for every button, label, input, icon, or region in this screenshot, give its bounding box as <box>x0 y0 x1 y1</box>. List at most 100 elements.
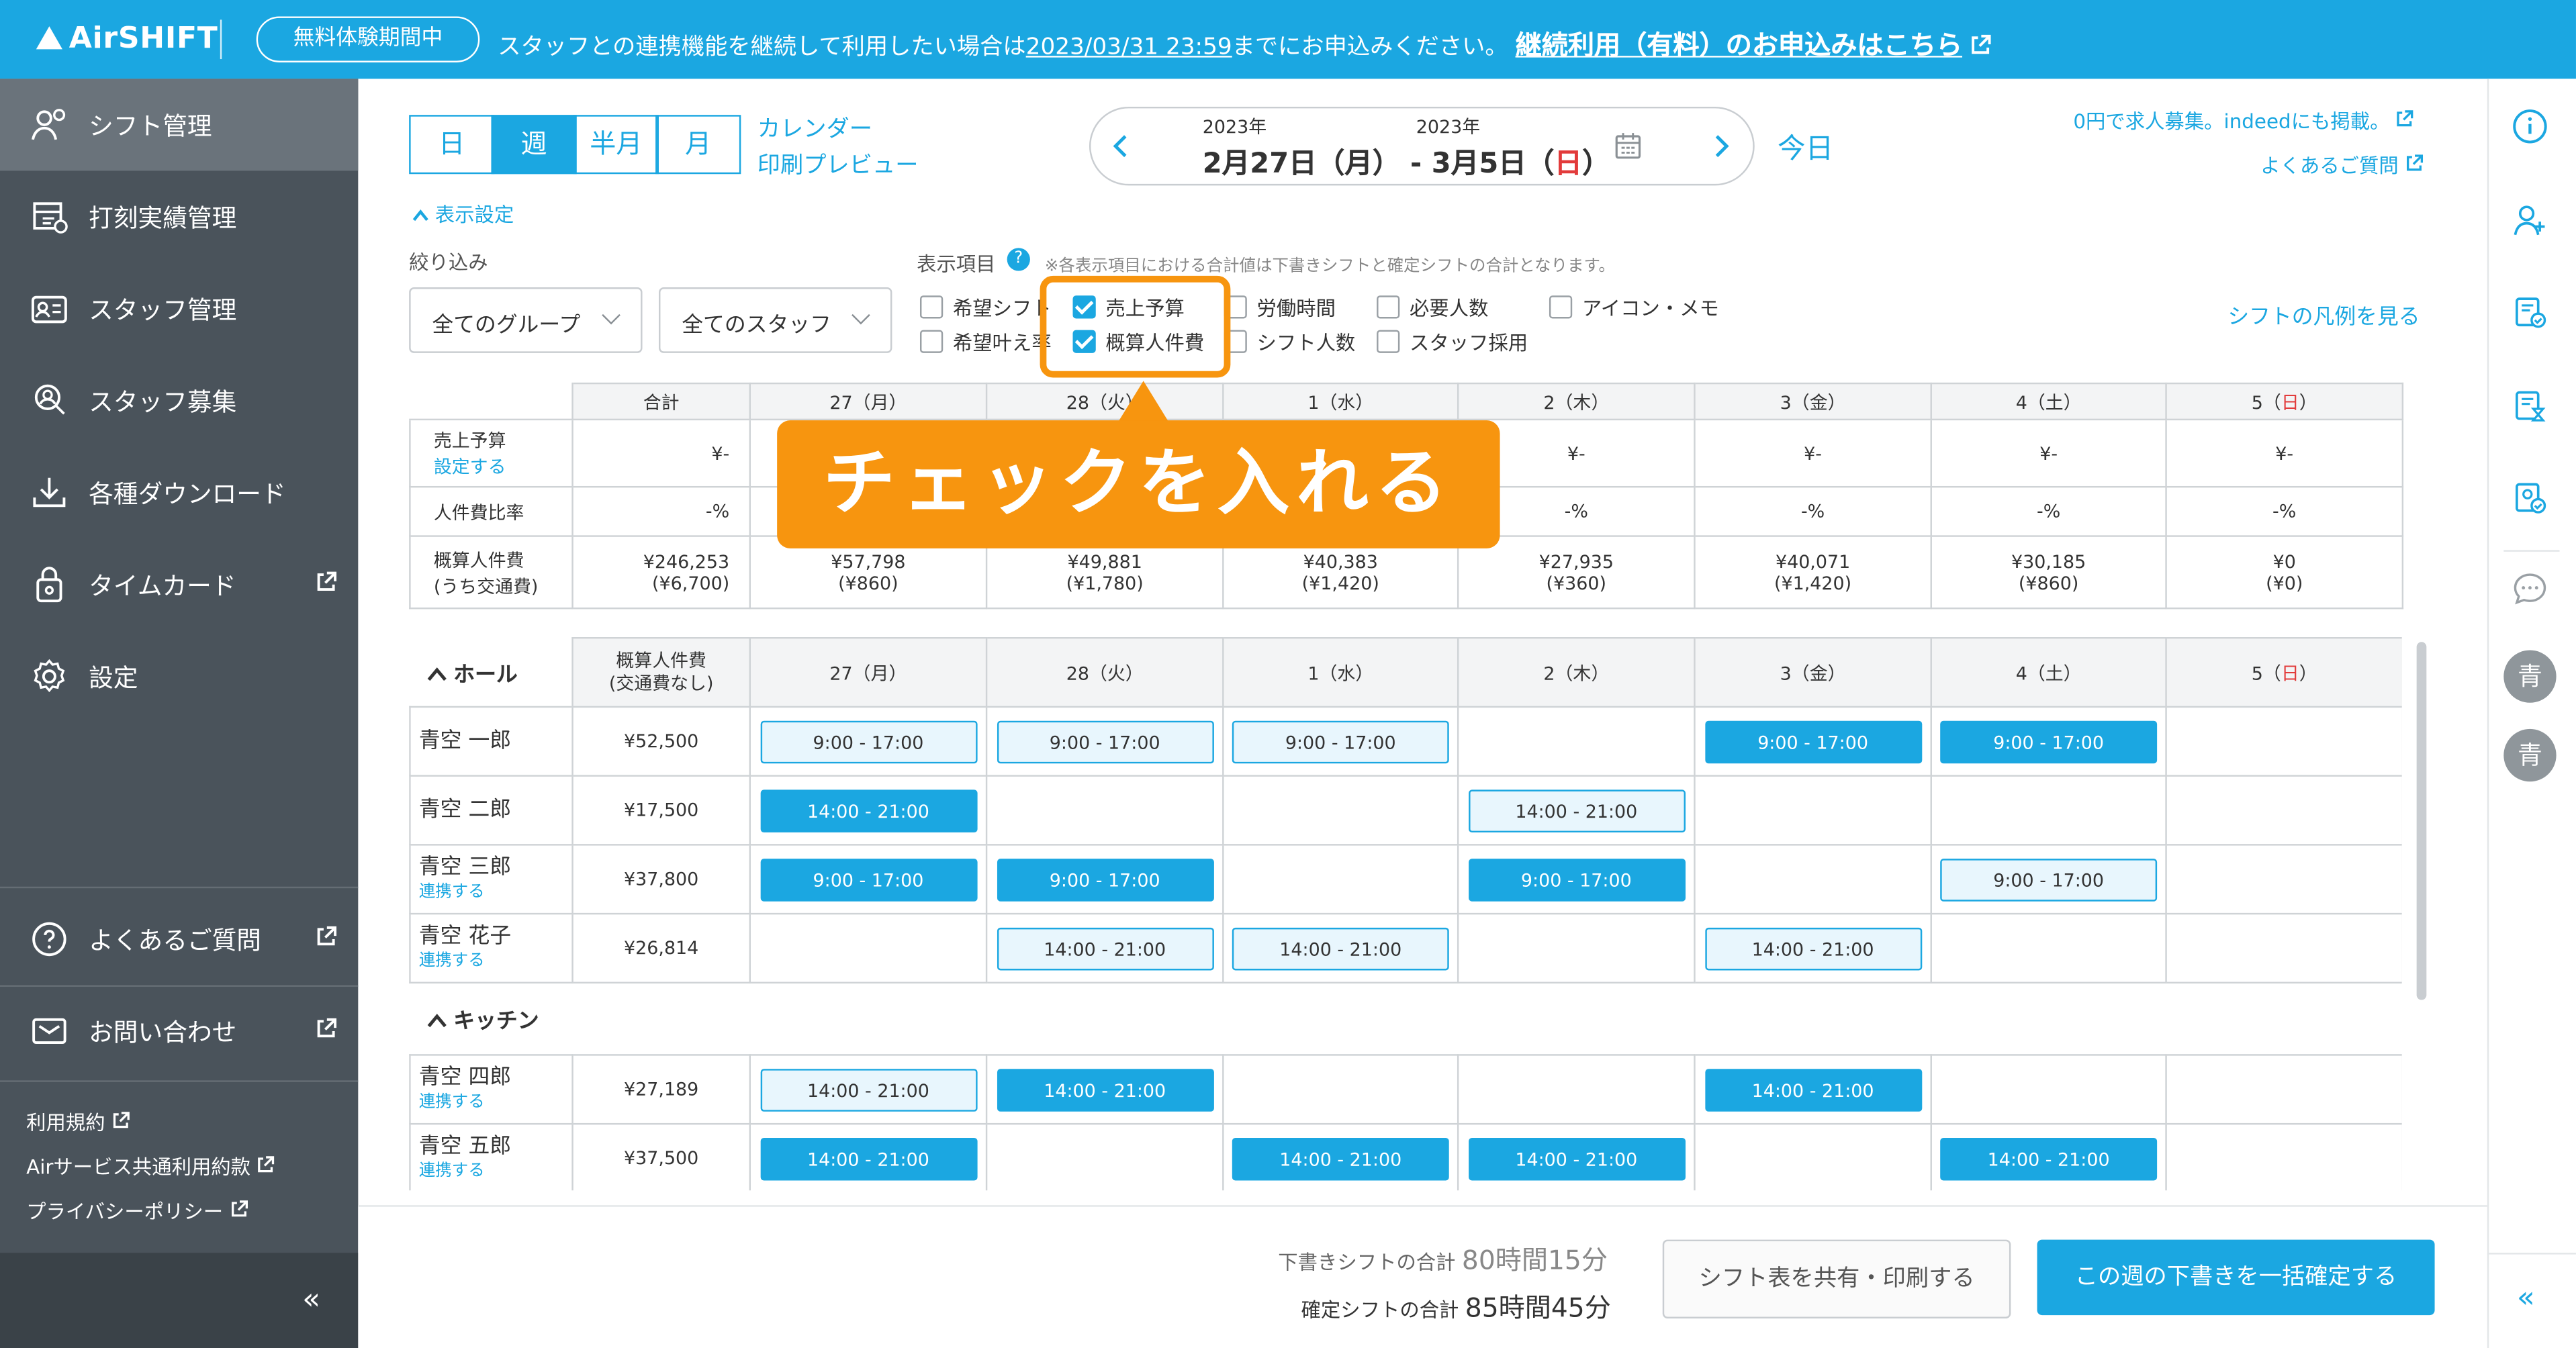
faq-link[interactable]: よくあるご質問 <box>2260 151 2423 179</box>
display-settings-toggle[interactable]: 表示設定 <box>412 200 514 228</box>
option-staff-hiring[interactable]: スタッフ採用 <box>1377 328 1528 356</box>
shift-cell[interactable]: 14:00 - 21:00 <box>1457 1122 1696 1191</box>
sidebar-item-settings[interactable]: 設定 <box>0 630 358 722</box>
sidebar-item-timecard[interactable]: タイムカード <box>0 538 358 630</box>
draft-shift-block[interactable]: 14:00 - 21:00 <box>1467 789 1685 832</box>
shift-cell[interactable] <box>2165 775 2402 846</box>
staff-name[interactable]: 青空 二郎 <box>419 798 572 823</box>
calendar-print-link-2[interactable]: 印刷プレビュー <box>757 148 919 181</box>
privacy-link[interactable]: プライバシーポリシー <box>26 1197 247 1225</box>
checkbox[interactable] <box>919 330 944 353</box>
staff-name[interactable]: 青空 三郎 <box>419 855 572 879</box>
shift-cell[interactable]: 9:00 - 17:00 <box>1930 844 2167 915</box>
confirmed-shift-block[interactable]: 14:00 - 21:00 <box>1940 1137 2158 1180</box>
recruit-link[interactable]: 0円で求人募集。indeedにも掲載。 <box>2073 107 2414 135</box>
share-print-button[interactable]: シフト表を共有・印刷する <box>1662 1239 2011 1318</box>
shift-cell[interactable]: 14:00 - 21:00 <box>1930 1122 2167 1191</box>
draft-shift-block[interactable]: 9:00 - 17:00 <box>1232 720 1449 763</box>
terms-link[interactable]: 利用規約 <box>26 1108 130 1137</box>
tab-half-month[interactable]: 半月 <box>573 115 659 175</box>
rightbar-collapse-button[interactable]: « <box>2517 1281 2535 1315</box>
link-staff-link[interactable]: 連携する <box>419 1090 572 1114</box>
draft-shift-block[interactable]: 14:00 - 21:00 <box>1232 926 1449 970</box>
staff-name[interactable]: 青空 五郎 <box>419 1134 572 1159</box>
shift-cell[interactable]: 14:00 - 21:00 <box>749 1122 988 1191</box>
shift-cell[interactable] <box>1457 1054 1696 1125</box>
shift-cell[interactable] <box>985 1122 1224 1191</box>
shift-cell[interactable]: 9:00 - 17:00 <box>1457 844 1696 915</box>
option-required-staff[interactable]: 必要人数 <box>1377 294 1488 322</box>
checkbox[interactable] <box>1377 295 1400 319</box>
sidebar-item-contact[interactable]: お問い合わせ <box>0 985 358 1077</box>
confirm-all-drafts-button[interactable]: この週の下書きを一括確定する <box>2037 1239 2435 1316</box>
shift-cell[interactable] <box>749 912 988 984</box>
shift-cell[interactable]: 14:00 - 21:00 <box>749 1054 988 1125</box>
continue-subscription-link[interactable]: 継続利用（有料）のお申込みはこちら <box>1516 30 1962 60</box>
sidebar-item-shift-management[interactable]: シフト管理 <box>0 79 359 171</box>
tab-day[interactable]: 日 <box>409 115 495 175</box>
link-staff-link[interactable]: 連携する <box>419 948 572 973</box>
chevron-right-icon[interactable] <box>1712 133 1731 159</box>
shift-cell[interactable] <box>1457 912 1696 984</box>
staff-name[interactable]: 青空 花子 <box>419 924 572 949</box>
confirmed-shift-block[interactable]: 9:00 - 17:00 <box>1467 857 1685 901</box>
shift-check-icon[interactable] <box>2512 294 2548 330</box>
shift-cell[interactable] <box>2165 706 2402 777</box>
confirmed-shift-block[interactable]: 14:00 - 21:00 <box>1704 1067 1922 1111</box>
shift-cell[interactable]: 14:00 - 21:00 <box>1457 775 1696 846</box>
draft-shift-block[interactable]: 9:00 - 17:00 <box>1940 857 2158 901</box>
avatar[interactable]: 青 <box>2503 728 2557 782</box>
sidebar-collapse-button[interactable]: « <box>302 1282 320 1316</box>
air-terms-link[interactable]: Airサービス共通利用約款 <box>26 1153 275 1181</box>
tab-week[interactable]: 週 <box>491 115 577 175</box>
confirmed-shift-block[interactable]: 14:00 - 21:00 <box>1232 1137 1449 1180</box>
shift-cell[interactable] <box>1222 844 1459 915</box>
chat-bubble-icon[interactable] <box>2512 571 2548 608</box>
vertical-scrollbar[interactable] <box>2416 642 2427 1000</box>
link-staff-link[interactable]: 連携する <box>419 879 572 904</box>
staff-name[interactable]: 青空 一郎 <box>419 729 572 754</box>
group-select[interactable]: 全てのグループ <box>409 287 643 353</box>
option-icon-memo[interactable]: アイコン・メモ <box>1549 294 1719 322</box>
shift-cell[interactable]: 14:00 - 21:00 <box>985 1054 1224 1125</box>
confirmed-shift-block[interactable]: 9:00 - 17:00 <box>996 857 1213 901</box>
shift-cell[interactable] <box>2165 1054 2402 1125</box>
help-icon[interactable]: ? <box>1007 248 1030 271</box>
shift-cell[interactable]: 9:00 - 17:00 <box>985 844 1224 915</box>
today-button[interactable]: 今日 <box>1778 125 1833 166</box>
checkbox[interactable] <box>1377 330 1400 353</box>
staff-check-icon[interactable] <box>2512 479 2548 516</box>
shift-cell[interactable] <box>1222 775 1459 846</box>
draft-shift-block[interactable]: 14:00 - 21:00 <box>996 926 1213 970</box>
sidebar-item-faq[interactable]: よくあるご質問 <box>0 894 358 985</box>
draft-shift-block[interactable]: 14:00 - 21:00 <box>1704 926 1922 970</box>
option-working-hours[interactable]: 労働時間 <box>1224 294 1336 322</box>
confirmed-shift-block[interactable]: 9:00 - 17:00 <box>1940 720 2158 763</box>
shift-cell[interactable] <box>2165 844 2402 915</box>
shift-cell[interactable]: 9:00 - 17:00 <box>1930 706 2167 777</box>
shift-cell[interactable] <box>1222 1054 1459 1125</box>
shift-cell[interactable]: 9:00 - 17:00 <box>749 844 988 915</box>
shift-cell[interactable]: 9:00 - 17:00 <box>749 706 988 777</box>
option-fulfill-rate[interactable]: 希望叶え率 <box>919 328 1052 356</box>
confirmed-shift-block[interactable]: 14:00 - 21:00 <box>760 789 977 832</box>
link-staff-link[interactable]: 連携する <box>419 1159 572 1184</box>
sidebar-item-staff-management[interactable]: スタッフ管理 <box>0 262 358 354</box>
shift-cell[interactable] <box>2165 1122 2402 1191</box>
airshift-logo[interactable]: AirSHIFT <box>36 21 218 56</box>
draft-shift-block[interactable]: 9:00 - 17:00 <box>996 720 1213 763</box>
sidebar-item-downloads[interactable]: 各種ダウンロード <box>0 446 358 538</box>
shift-cell[interactable]: 9:00 - 17:00 <box>1222 706 1459 777</box>
confirmed-shift-block[interactable]: 14:00 - 21:00 <box>996 1067 1213 1111</box>
shift-hourglass-icon[interactable] <box>2512 387 2548 424</box>
option-preferred-shift[interactable]: 希望シフト <box>919 294 1052 322</box>
shift-cell[interactable] <box>1694 1122 1932 1191</box>
shift-cell[interactable]: 14:00 - 21:00 <box>749 775 988 846</box>
shift-cell[interactable] <box>1930 1054 2167 1125</box>
set-budget-link[interactable]: 設定する <box>434 453 571 479</box>
tab-month[interactable]: 月 <box>655 115 741 175</box>
draft-shift-block[interactable]: 9:00 - 17:00 <box>760 720 977 763</box>
confirmed-shift-block[interactable]: 14:00 - 21:00 <box>760 1137 977 1180</box>
group-header-hall[interactable]: ホール <box>410 638 573 707</box>
shift-cell[interactable]: 9:00 - 17:00 <box>985 706 1224 777</box>
